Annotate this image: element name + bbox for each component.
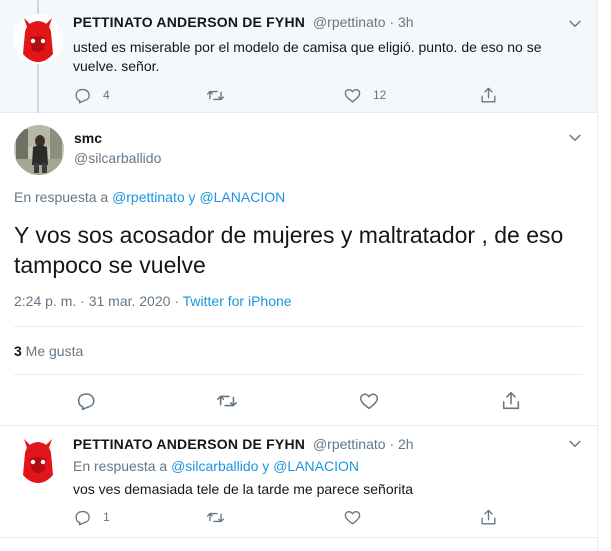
tweet-meta: 2:24 p. m. · 31 mar. 2020 · Twitter for … bbox=[14, 293, 292, 309]
likes-summary[interactable]: 3 Me gusta bbox=[14, 343, 83, 359]
share-icon bbox=[481, 509, 496, 525]
user-handle[interactable]: @silcarballido bbox=[74, 150, 161, 166]
user-handle[interactable]: @rpettinato bbox=[313, 14, 386, 30]
reply-button[interactable]: 1 bbox=[73, 507, 110, 527]
tweet-text: vos ves demasiada tele de la tarde me pa… bbox=[73, 481, 414, 497]
time-separator: · bbox=[385, 14, 399, 30]
avatar[interactable] bbox=[13, 435, 63, 485]
like-button[interactable] bbox=[358, 391, 380, 411]
in-reply-to: En respuesta a @silcarballido y @LANACIO… bbox=[73, 458, 359, 474]
display-name[interactable]: PETTINATO ANDERSON DE FYHN bbox=[73, 436, 305, 452]
divider bbox=[0, 425, 597, 426]
tweet-source[interactable]: Twitter for iPhone bbox=[183, 293, 292, 309]
user-handle[interactable]: @rpettinato bbox=[313, 436, 386, 452]
share-icon bbox=[502, 391, 520, 410]
retweet-button[interactable] bbox=[206, 85, 225, 105]
reply-button[interactable] bbox=[75, 391, 97, 411]
tweet-date[interactable]: 2:24 p. m. · 31 mar. 2020 bbox=[14, 293, 170, 309]
timestamp[interactable]: 3h bbox=[398, 14, 414, 30]
reply-button[interactable]: 4 bbox=[73, 85, 110, 105]
reply-count: 4 bbox=[103, 88, 110, 102]
tweet-text: Y vos sos acosador de mujeres y maltrata… bbox=[14, 222, 564, 278]
heart-icon bbox=[344, 510, 361, 525]
retweet-icon bbox=[217, 395, 237, 407]
display-name[interactable]: smc bbox=[74, 130, 102, 146]
twitter-thread: PETTINATO ANDERSON DE FYHN @rpettinato ·… bbox=[0, 0, 611, 551]
retweet-icon bbox=[206, 512, 225, 522]
meta-separator: · bbox=[170, 293, 183, 309]
reply-icon bbox=[75, 510, 90, 525]
share-button[interactable] bbox=[500, 391, 522, 411]
reply-prefix: En respuesta a bbox=[73, 458, 172, 474]
in-reply-to: En respuesta a @rpettinato y @LANACION bbox=[14, 189, 285, 205]
reply-prefix: En respuesta a bbox=[14, 189, 113, 205]
avatar[interactable] bbox=[13, 14, 63, 64]
chevron-down-icon[interactable] bbox=[566, 15, 584, 33]
tweet-header: PETTINATO ANDERSON DE FYHN @rpettinato ·… bbox=[73, 436, 414, 452]
display-name[interactable]: PETTINATO ANDERSON DE FYHN bbox=[73, 14, 305, 30]
divider bbox=[14, 374, 583, 375]
divider bbox=[0, 537, 597, 538]
retweet-icon bbox=[206, 90, 225, 100]
tweet-text: usted es miserable por el modelo de cami… bbox=[73, 39, 542, 74]
like-button[interactable] bbox=[343, 507, 362, 527]
like-count: 12 bbox=[373, 88, 387, 102]
like-button[interactable]: 12 bbox=[343, 85, 386, 105]
mention-link[interactable]: @silcarballido bbox=[171, 458, 258, 474]
reply-and: y bbox=[184, 189, 200, 205]
timestamp[interactable]: 2h bbox=[398, 436, 414, 452]
chevron-down-icon[interactable] bbox=[566, 129, 584, 147]
share-button[interactable] bbox=[479, 507, 498, 527]
chevron-down-icon[interactable] bbox=[566, 435, 584, 453]
avatar[interactable] bbox=[14, 125, 64, 175]
reply-icon bbox=[77, 393, 95, 411]
thread-connector bbox=[37, 62, 39, 113]
divider bbox=[14, 326, 583, 327]
thread-connector-top bbox=[37, 0, 39, 14]
reply-icon bbox=[75, 88, 90, 103]
retweet-button[interactable] bbox=[216, 391, 238, 411]
share-icon bbox=[481, 87, 496, 103]
heart-icon bbox=[344, 88, 361, 103]
tweet-header: PETTINATO ANDERSON DE FYHN @rpettinato ·… bbox=[73, 14, 414, 30]
time-separator: · bbox=[385, 436, 399, 452]
likes-label: Me gusta bbox=[21, 343, 84, 359]
mention-link[interactable]: @LANACION bbox=[273, 458, 359, 474]
reply-and: y bbox=[258, 458, 274, 474]
reply-count: 1 bbox=[103, 510, 110, 524]
heart-icon bbox=[359, 393, 379, 410]
likes-count: 3 bbox=[14, 343, 22, 359]
mention-link[interactable]: @LANACION bbox=[199, 189, 285, 205]
right-border bbox=[597, 0, 598, 551]
retweet-button[interactable] bbox=[206, 507, 225, 527]
share-button[interactable] bbox=[479, 85, 498, 105]
mention-link[interactable]: @rpettinato bbox=[112, 189, 185, 205]
